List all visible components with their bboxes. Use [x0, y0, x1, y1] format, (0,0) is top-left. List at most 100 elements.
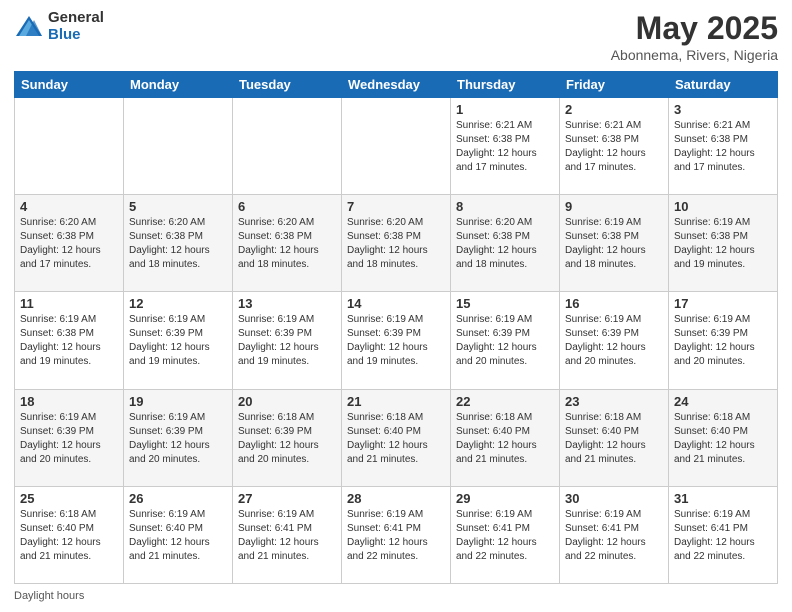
day-number: 16 — [565, 296, 663, 311]
calendar-cell: 24Sunrise: 6:18 AM Sunset: 6:40 PM Dayli… — [669, 389, 778, 486]
main-title: May 2025 — [611, 10, 778, 47]
calendar-week-5: 25 Sunrise: 6:18 AM Sunset: 6:40 PM Dayli… — [15, 486, 778, 583]
header-row: Sunday Monday Tuesday Wednesday Thursday… — [15, 72, 778, 98]
calendar-cell — [233, 98, 342, 195]
day-number: 1 — [456, 102, 554, 117]
day-info: Sunrise: 6:19 AM Sunset: 6:41 PM Dayligh… — [238, 508, 336, 564]
day-number: 14 — [347, 296, 445, 311]
col-monday: Monday — [124, 72, 233, 98]
calendar-cell: 29 Sunrise: 6:19 AM Sunset: 6:41 PM Dayli… — [451, 486, 560, 583]
day-info: Sunrise: 6:20 AM Sunset: 6:38 PM Dayligh… — [347, 216, 445, 272]
logo-icon — [14, 12, 44, 42]
day-number: 3 — [674, 102, 772, 117]
day-number: 2 — [565, 102, 663, 117]
day-number: 5 — [129, 199, 227, 214]
calendar-header: Sunday Monday Tuesday Wednesday Thursday… — [15, 72, 778, 98]
day-number: 18 — [20, 394, 118, 409]
day-number: 20 — [238, 394, 336, 409]
day-info: Sunrise: 6:19 AM Sunset: 6:41 PM Dayligh… — [565, 508, 663, 564]
day-info: Sunrise: 6:18 AM Sunset: 6:40 PM Dayligh… — [674, 411, 772, 467]
page: General Blue May 2025 Abonnema, Rivers, … — [0, 0, 792, 612]
col-saturday: Saturday — [669, 72, 778, 98]
day-info: Sunrise: 6:19 AM Sunset: 6:39 PM Dayligh… — [674, 313, 772, 369]
calendar-table: Sunday Monday Tuesday Wednesday Thursday… — [14, 71, 778, 584]
day-number: 26 — [129, 491, 227, 506]
day-info: Sunrise: 6:18 AM Sunset: 6:40 PM Dayligh… — [565, 411, 663, 467]
day-info: Sunrise: 6:19 AM Sunset: 6:38 PM Dayligh… — [674, 216, 772, 272]
calendar-cell: 13 Sunrise: 6:19 AM Sunset: 6:39 PM Dayli… — [233, 292, 342, 389]
day-number: 13 — [238, 296, 336, 311]
calendar-week-3: 11Sunrise: 6:19 AM Sunset: 6:38 PM Dayli… — [15, 292, 778, 389]
calendar-cell: 14Sunrise: 6:19 AM Sunset: 6:39 PM Dayli… — [342, 292, 451, 389]
calendar-cell: 19 Sunrise: 6:19 AM Sunset: 6:39 PM Dayli… — [124, 389, 233, 486]
calendar-cell: 10Sunrise: 6:19 AM Sunset: 6:38 PM Dayli… — [669, 195, 778, 292]
calendar-cell — [15, 98, 124, 195]
calendar-cell: 25 Sunrise: 6:18 AM Sunset: 6:40 PM Dayli… — [15, 486, 124, 583]
calendar-cell: 9 Sunrise: 6:19 AM Sunset: 6:38 PM Daylig… — [560, 195, 669, 292]
day-number: 12 — [129, 296, 227, 311]
day-number: 22 — [456, 394, 554, 409]
calendar-cell: 4 Sunrise: 6:20 AM Sunset: 6:38 PM Daylig… — [15, 195, 124, 292]
calendar-cell: 18Sunrise: 6:19 AM Sunset: 6:39 PM Dayli… — [15, 389, 124, 486]
subtitle: Abonnema, Rivers, Nigeria — [611, 47, 778, 63]
logo-general-text: General — [48, 10, 104, 27]
col-thursday: Thursday — [451, 72, 560, 98]
calendar-cell — [342, 98, 451, 195]
day-info: Sunrise: 6:20 AM Sunset: 6:38 PM Dayligh… — [20, 216, 118, 272]
calendar-cell: 28 Sunrise: 6:19 AM Sunset: 6:41 PM Dayli… — [342, 486, 451, 583]
calendar-cell: 15 Sunrise: 6:19 AM Sunset: 6:39 PM Dayli… — [451, 292, 560, 389]
calendar-week-1: 1 Sunrise: 6:21 AM Sunset: 6:38 PM Daylig… — [15, 98, 778, 195]
calendar-cell — [124, 98, 233, 195]
calendar-cell: 26 Sunrise: 6:19 AM Sunset: 6:40 PM Dayli… — [124, 486, 233, 583]
calendar-cell: 31Sunrise: 6:19 AM Sunset: 6:41 PM Dayli… — [669, 486, 778, 583]
day-info: Sunrise: 6:20 AM Sunset: 6:38 PM Dayligh… — [456, 216, 554, 272]
day-number: 27 — [238, 491, 336, 506]
day-info: Sunrise: 6:19 AM Sunset: 6:41 PM Dayligh… — [456, 508, 554, 564]
day-number: 17 — [674, 296, 772, 311]
day-info: Sunrise: 6:19 AM Sunset: 6:40 PM Dayligh… — [129, 508, 227, 564]
day-info: Sunrise: 6:21 AM Sunset: 6:38 PM Dayligh… — [456, 119, 554, 175]
day-number: 30 — [565, 491, 663, 506]
logo-blue-text: Blue — [48, 27, 104, 44]
logo-text: General Blue — [48, 10, 104, 43]
day-info: Sunrise: 6:18 AM Sunset: 6:40 PM Dayligh… — [20, 508, 118, 564]
calendar-cell: 21Sunrise: 6:18 AM Sunset: 6:40 PM Dayli… — [342, 389, 451, 486]
day-info: Sunrise: 6:19 AM Sunset: 6:38 PM Dayligh… — [565, 216, 663, 272]
day-number: 28 — [347, 491, 445, 506]
day-number: 8 — [456, 199, 554, 214]
col-tuesday: Tuesday — [233, 72, 342, 98]
day-number: 25 — [20, 491, 118, 506]
day-number: 7 — [347, 199, 445, 214]
day-number: 6 — [238, 199, 336, 214]
calendar-cell: 3Sunrise: 6:21 AM Sunset: 6:38 PM Daylig… — [669, 98, 778, 195]
calendar-week-2: 4 Sunrise: 6:20 AM Sunset: 6:38 PM Daylig… — [15, 195, 778, 292]
calendar-body: 1 Sunrise: 6:21 AM Sunset: 6:38 PM Daylig… — [15, 98, 778, 584]
logo: General Blue — [14, 10, 104, 43]
day-number: 19 — [129, 394, 227, 409]
calendar-cell: 2 Sunrise: 6:21 AM Sunset: 6:38 PM Daylig… — [560, 98, 669, 195]
day-info: Sunrise: 6:19 AM Sunset: 6:39 PM Dayligh… — [129, 411, 227, 467]
calendar-week-4: 18 Sunrise: 6:19 AM Sunset: 6:39 PM Dayli… — [15, 389, 778, 486]
day-number: 29 — [456, 491, 554, 506]
day-info: Sunrise: 6:21 AM Sunset: 6:38 PM Dayligh… — [565, 119, 663, 175]
header: General Blue May 2025 Abonnema, Rivers, … — [14, 10, 778, 63]
day-info: Sunrise: 6:19 AM Sunset: 6:39 PM Dayligh… — [565, 313, 663, 369]
day-number: 4 — [20, 199, 118, 214]
calendar-cell: 8 Sunrise: 6:20 AM Sunset: 6:38 PM Daylig… — [451, 195, 560, 292]
day-number: 15 — [456, 296, 554, 311]
calendar-cell: 7 Sunrise: 6:20 AM Sunset: 6:38 PM Daylig… — [342, 195, 451, 292]
day-info: Sunrise: 6:19 AM Sunset: 6:39 PM Dayligh… — [456, 313, 554, 369]
calendar-cell: 30 Sunrise: 6:19 AM Sunset: 6:41 PM Dayli… — [560, 486, 669, 583]
day-info: Sunrise: 6:19 AM Sunset: 6:38 PM Dayligh… — [20, 313, 118, 369]
day-info: Sunrise: 6:19 AM Sunset: 6:41 PM Dayligh… — [347, 508, 445, 564]
day-info: Sunrise: 6:20 AM Sunset: 6:38 PM Dayligh… — [129, 216, 227, 272]
col-friday: Friday — [560, 72, 669, 98]
calendar-cell: 1 Sunrise: 6:21 AM Sunset: 6:38 PM Daylig… — [451, 98, 560, 195]
day-info: Sunrise: 6:19 AM Sunset: 6:41 PM Dayligh… — [674, 508, 772, 564]
calendar-cell: 11Sunrise: 6:19 AM Sunset: 6:38 PM Dayli… — [15, 292, 124, 389]
day-number: 9 — [565, 199, 663, 214]
title-block: May 2025 Abonnema, Rivers, Nigeria — [611, 10, 778, 63]
calendar-cell: 20Sunrise: 6:18 AM Sunset: 6:39 PM Dayli… — [233, 389, 342, 486]
day-info: Sunrise: 6:19 AM Sunset: 6:39 PM Dayligh… — [238, 313, 336, 369]
footer: Daylight hours — [14, 590, 778, 602]
